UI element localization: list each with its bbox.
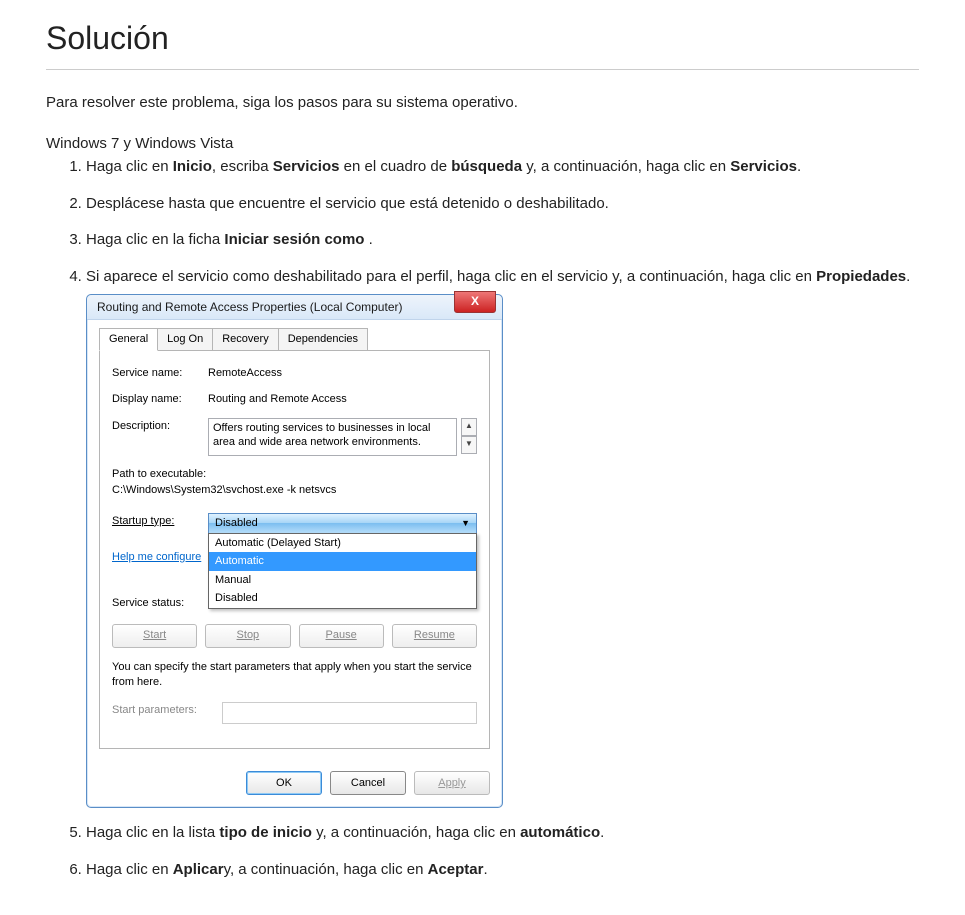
properties-dialog: Routing and Remote Access Properties (Lo… — [86, 294, 503, 808]
step-1: Haga clic en Inicio, escriba Servicios e… — [86, 156, 919, 179]
bold: Aceptar — [428, 861, 484, 878]
text: . — [483, 861, 487, 878]
startup-type-label: Startup type: — [112, 513, 208, 535]
close-button[interactable]: X — [454, 291, 496, 313]
cancel-button[interactable]: Cancel — [330, 771, 406, 795]
general-panel: Service name: RemoteAccess Display name:… — [99, 351, 490, 750]
step-3: Haga clic en la ficha Iniciar sesión com… — [86, 229, 919, 252]
bold: Inicio — [173, 158, 212, 175]
dialog-buttons: OK Cancel Apply — [87, 761, 502, 807]
ok-button[interactable]: OK — [246, 771, 322, 795]
stop-button[interactable]: Stop — [205, 624, 290, 648]
startup-options-list: Automatic (Delayed Start) Automatic Manu… — [208, 533, 477, 609]
text: , escriba — [212, 158, 273, 175]
tab-dependencies[interactable]: Dependencies — [278, 328, 368, 350]
startup-type-dropdown[interactable]: Disabled ▼ Automatic (Delayed Start) Aut… — [208, 513, 477, 535]
path-label: Path to executable: — [112, 466, 477, 483]
service-status-label: Service status: — [112, 595, 208, 612]
text: en el cuadro de — [339, 158, 451, 175]
description-scrollbar[interactable]: ▲ ▼ — [461, 418, 477, 456]
label: Pause — [326, 627, 357, 644]
display-name-label: Display name: — [112, 391, 208, 408]
dialog-title: Routing and Remote Access Properties (Lo… — [97, 298, 402, 316]
text: . — [906, 268, 910, 285]
step-4: Si aparece el servicio como deshabilitad… — [86, 266, 919, 809]
text: y, a continuación, haga clic en — [312, 824, 520, 841]
label: Stop — [237, 627, 260, 644]
bold: Servicios — [730, 158, 797, 175]
text: Haga clic en la lista — [86, 824, 219, 841]
tab-recovery[interactable]: Recovery — [212, 328, 278, 350]
service-name-label: Service name: — [112, 365, 208, 382]
dialog-body: General Log On Recovery Dependencies Ser… — [87, 320, 502, 761]
start-parameters-label: Start parameters: — [112, 702, 222, 724]
step-6: Haga clic en Aplicary, a continuación, h… — [86, 859, 919, 882]
label: Resume — [414, 627, 455, 644]
description-label: Description: — [112, 418, 208, 456]
text: . — [369, 231, 373, 248]
text: y, a continuación, haga clic en — [224, 861, 428, 878]
start-button[interactable]: Start — [112, 624, 197, 648]
service-name-value: RemoteAccess — [208, 365, 477, 382]
bold: Propiedades — [816, 268, 906, 285]
bold: búsqueda — [451, 158, 522, 175]
option-automatic[interactable]: Automatic — [209, 552, 476, 571]
chevron-down-icon: ▼ — [461, 517, 470, 531]
help-link[interactable]: Help me configure — [112, 551, 201, 563]
scroll-down-icon[interactable]: ▼ — [461, 436, 477, 454]
apply-button[interactable]: Apply — [414, 771, 490, 795]
resume-button[interactable]: Resume — [392, 624, 477, 648]
text: . — [600, 824, 604, 841]
scroll-up-icon[interactable]: ▲ — [461, 418, 477, 436]
dialog-titlebar[interactable]: Routing and Remote Access Properties (Lo… — [87, 295, 502, 320]
startup-selected-value: Disabled — [215, 515, 258, 532]
step-5: Haga clic en la lista tipo de inicio y, … — [86, 822, 919, 845]
bold: Iniciar sesión como — [224, 231, 368, 248]
text: y, a continuación, haga clic en — [522, 158, 730, 175]
option-disabled[interactable]: Disabled — [209, 589, 476, 608]
option-manual[interactable]: Manual — [209, 571, 476, 590]
path-value: C:\Windows\System32\svchost.exe -k netsv… — [112, 482, 477, 499]
display-name-value: Routing and Remote Access — [208, 391, 477, 408]
bold: Servicios — [273, 158, 340, 175]
note-text: You can specify the start parameters tha… — [112, 660, 477, 691]
bold: automático — [520, 824, 600, 841]
label: Start — [143, 627, 166, 644]
text: Haga clic en la ficha — [86, 231, 224, 248]
pause-button[interactable]: Pause — [299, 624, 384, 648]
text: Si aparece el servicio como deshabilitad… — [86, 268, 816, 285]
step-2: Desplácese hasta que encuentre el servic… — [86, 193, 919, 216]
tab-logon[interactable]: Log On — [157, 328, 213, 350]
text: Haga clic en — [86, 158, 173, 175]
label: Apply — [438, 775, 466, 792]
os-label: Windows 7 y Windows Vista — [46, 135, 919, 152]
separator — [46, 69, 919, 70]
tab-strip: General Log On Recovery Dependencies — [99, 328, 490, 351]
page-title: Solución — [46, 20, 919, 57]
steps-list: Haga clic en Inicio, escriba Servicios e… — [66, 156, 919, 881]
description-value: Offers routing services to businesses in… — [208, 418, 457, 456]
option-automatic-delayed[interactable]: Automatic (Delayed Start) — [209, 534, 476, 553]
tab-general[interactable]: General — [99, 328, 158, 351]
text: Haga clic en — [86, 861, 173, 878]
text: . — [797, 158, 801, 175]
start-parameters-input[interactable] — [222, 702, 477, 724]
intro-text: Para resolver este problema, siga los pa… — [46, 94, 919, 111]
bold: Aplicar — [173, 861, 224, 878]
bold: tipo de inicio — [219, 824, 312, 841]
